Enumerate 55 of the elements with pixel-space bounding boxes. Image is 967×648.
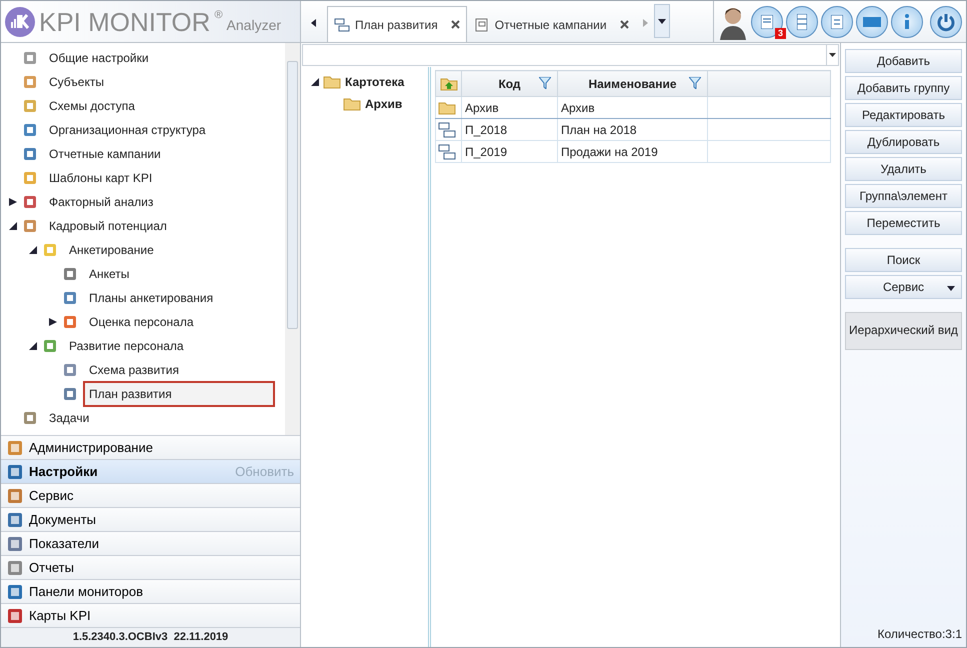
tree-item[interactable]: Шаблоны карт KPI <box>43 165 158 191</box>
action-button[interactable]: Добавить группу <box>845 76 962 100</box>
trademark-mark: ® <box>214 8 223 23</box>
notification-badge: 3 <box>774 28 786 38</box>
table-cell: План на 2018 <box>558 118 708 140</box>
action-button[interactable]: Удалить <box>845 157 962 181</box>
tree-item[interactable]: Факторный анализ <box>43 189 160 215</box>
tree-item[interactable]: Схемы доступа <box>43 93 141 119</box>
tree-item[interactable]: Планы анкетирования <box>83 285 220 311</box>
tree-item[interactable]: Анкетирование <box>63 237 160 263</box>
tree-item[interactable]: Анкеты <box>83 261 136 287</box>
tree-item[interactable]: Кадровый потенциал <box>43 213 173 239</box>
section-item[interactable]: Отчеты <box>1 555 300 580</box>
tab[interactable]: План развития <box>327 6 467 42</box>
section-item[interactable]: Показатели <box>1 531 300 556</box>
tree-item[interactable]: Организационная структура <box>43 117 212 143</box>
tree-item[interactable]: Общие настройки <box>43 45 155 71</box>
logo-text: KPI MONITOR <box>39 8 210 34</box>
table-cell: Архив <box>558 96 708 118</box>
notebook-button[interactable]: 3 <box>751 6 783 38</box>
action-button[interactable]: Поиск <box>845 248 962 272</box>
count-text: Количество:3:1 <box>876 626 962 643</box>
column-header[interactable]: Код <box>498 76 521 90</box>
table-row[interactable]: П_2018 План на 2018 <box>436 118 830 140</box>
version-text: 1.5.2340.3.OCBIv3 22.11.2019 <box>1 627 300 648</box>
table-cell: П_2018 <box>462 118 558 140</box>
tree-item[interactable]: Оценка персонала <box>83 309 200 335</box>
tree-item[interactable]: Развитие персонала <box>63 333 190 359</box>
section-item[interactable]: Настройки Обновить <box>1 459 300 484</box>
table-cell: П_2019 <box>462 140 558 162</box>
tree-item[interactable]: Задачи <box>43 405 96 431</box>
tree-item[interactable]: Схема развития <box>83 357 185 383</box>
logo-subtitle: Analyzer <box>226 16 282 35</box>
tree-item[interactable]: Субъекты <box>43 69 110 95</box>
table-cell: Архив <box>462 96 558 118</box>
section-item[interactable]: Администрирование <box>1 435 300 460</box>
tree-item[interactable]: Отчетные кампании <box>43 141 167 167</box>
action-button[interactable]: Редактировать <box>845 103 962 127</box>
table-row[interactable]: П_2019 Продажи на 2019 <box>436 140 830 162</box>
table-cell: Продажи на 2019 <box>558 140 708 162</box>
section-item[interactable]: Сервис <box>1 483 300 508</box>
tree-item[interactable]: План развития <box>83 381 275 407</box>
table-row[interactable]: Архив Архив <box>436 96 830 118</box>
section-item[interactable]: Карты KPI <box>1 603 300 628</box>
action-button[interactable]: Сервис <box>845 275 962 299</box>
folder-item[interactable]: Картотека <box>345 73 404 91</box>
action-button[interactable]: Дублировать <box>845 130 962 154</box>
action-button[interactable]: Группа\элемент <box>845 184 962 208</box>
tab[interactable]: Отчетные кампании <box>466 6 636 42</box>
folder-item[interactable]: Архив <box>365 95 402 113</box>
section-item[interactable]: Документы <box>1 507 300 532</box>
action-button[interactable]: Добавить <box>845 49 962 73</box>
action-button[interactable]: Переместить <box>845 211 962 235</box>
action-button[interactable]: Иерархический вид <box>845 312 962 350</box>
section-item[interactable]: Панели мониторов <box>1 579 300 604</box>
